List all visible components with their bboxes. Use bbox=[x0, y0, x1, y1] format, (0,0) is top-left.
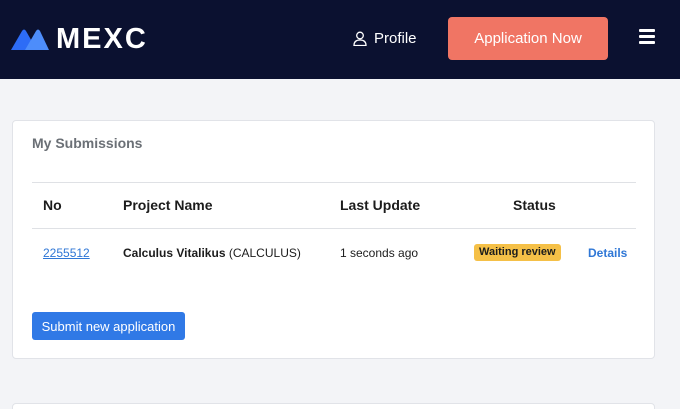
column-header-project-name: Project Name bbox=[123, 197, 213, 213]
profile-link[interactable]: Profile bbox=[353, 28, 417, 48]
status-badge: Waiting review bbox=[474, 244, 561, 261]
project-symbol: (CALCULUS) bbox=[228, 246, 301, 260]
column-header-no: No bbox=[43, 197, 62, 213]
submission-number-link[interactable]: 2255512 bbox=[43, 246, 90, 260]
details-link[interactable]: Details bbox=[588, 246, 627, 260]
card-title: My Submissions bbox=[32, 135, 143, 151]
mexc-logo[interactable]: MEXC bbox=[11, 24, 148, 54]
hamburger-menu-icon[interactable] bbox=[639, 29, 655, 45]
next-card bbox=[12, 403, 655, 409]
profile-label: Profile bbox=[374, 29, 417, 47]
project-name-cell: Calculus Vitalikus (CALCULUS) bbox=[123, 246, 301, 260]
application-now-button[interactable]: Application Now bbox=[448, 17, 608, 60]
submit-new-application-button[interactable]: Submit new application bbox=[32, 312, 185, 340]
column-header-last-update: Last Update bbox=[340, 197, 421, 213]
user-icon bbox=[353, 31, 367, 46]
logo-text: MEXC bbox=[56, 23, 148, 55]
my-submissions-card: My Submissions No Project Name Last Upda… bbox=[12, 120, 655, 359]
last-update-cell: 1 seconds ago bbox=[340, 246, 419, 260]
table-top-divider bbox=[32, 182, 636, 183]
project-name: Calculus Vitalikus bbox=[123, 246, 226, 260]
mexc-logo-icon bbox=[11, 29, 49, 50]
top-navbar: MEXC Profile Application Now bbox=[0, 0, 680, 79]
table-header-divider bbox=[32, 228, 636, 229]
column-header-status: Status bbox=[513, 197, 556, 213]
